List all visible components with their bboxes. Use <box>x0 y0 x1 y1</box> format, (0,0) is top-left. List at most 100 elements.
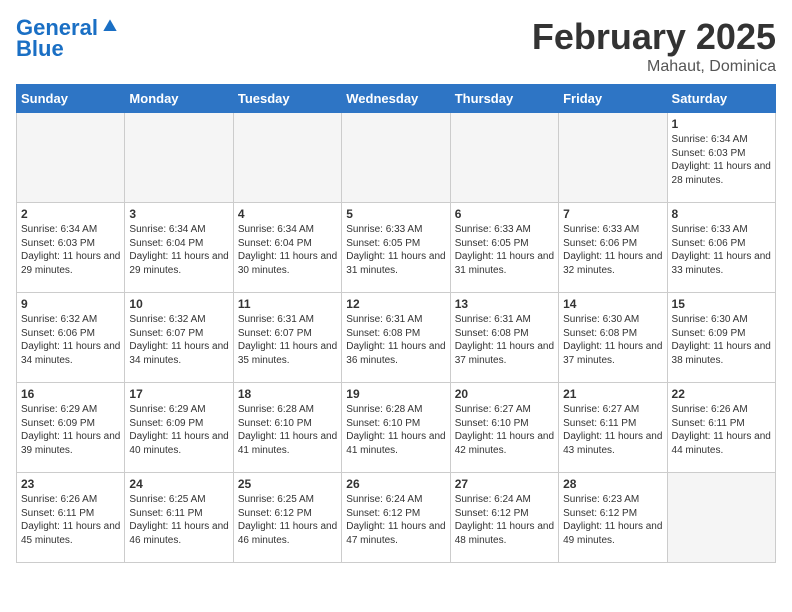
calendar-cell: 26 Sunrise: 6:24 AMSunset: 6:12 PMDayligh… <box>342 473 450 563</box>
day-info: Sunrise: 6:29 AMSunset: 6:09 PMDaylight:… <box>21 403 120 457</box>
day-number: 9 <box>21 297 120 311</box>
calendar-cell: 27 Sunrise: 6:24 AMSunset: 6:12 PMDayligh… <box>450 473 558 563</box>
calendar-header-row: SundayMondayTuesdayWednesdayThursdayFrid… <box>17 85 776 113</box>
day-info: Sunrise: 6:30 AMSunset: 6:09 PMDaylight:… <box>672 313 771 367</box>
day-number: 8 <box>672 207 771 221</box>
day-number: 27 <box>455 477 554 491</box>
week-row-4: 23 Sunrise: 6:26 AMSunset: 6:11 PMDayligh… <box>17 473 776 563</box>
day-number: 26 <box>346 477 445 491</box>
week-row-0: 1Sunrise: 6:34 AMSunset: 6:03 PMDaylight… <box>17 113 776 203</box>
day-number: 11 <box>238 297 337 311</box>
day-number: 5 <box>346 207 445 221</box>
day-info: Sunrise: 6:31 AMSunset: 6:07 PMDaylight:… <box>238 313 337 367</box>
calendar-cell: 6 Sunrise: 6:33 AMSunset: 6:05 PMDaylight… <box>450 203 558 293</box>
calendar-cell: 24 Sunrise: 6:25 AMSunset: 6:11 PMDayligh… <box>125 473 233 563</box>
calendar-cell: 18 Sunrise: 6:28 AMSunset: 6:10 PMDayligh… <box>233 383 341 473</box>
day-info: Sunrise: 6:33 AMSunset: 6:05 PMDaylight:… <box>455 223 554 277</box>
calendar-cell: 10 Sunrise: 6:32 AMSunset: 6:07 PMDayligh… <box>125 293 233 383</box>
day-info: Sunrise: 6:31 AMSunset: 6:08 PMDaylight:… <box>455 313 554 367</box>
day-info: Sunrise: 6:30 AMSunset: 6:08 PMDaylight:… <box>563 313 662 367</box>
day-info: Sunrise: 6:31 AMSunset: 6:08 PMDaylight:… <box>346 313 445 367</box>
calendar-cell: 25Sunrise: 6:25 AMSunset: 6:12 PMDayligh… <box>233 473 341 563</box>
header-tuesday: Tuesday <box>233 85 341 113</box>
day-info: Sunrise: 6:26 AMSunset: 6:11 PMDaylight:… <box>672 403 771 457</box>
logo-icon <box>100 16 120 36</box>
calendar-cell <box>125 113 233 203</box>
day-number: 17 <box>129 387 228 401</box>
calendar-cell: 20 Sunrise: 6:27 AMSunset: 6:10 PMDayligh… <box>450 383 558 473</box>
calendar-cell: 3 Sunrise: 6:34 AMSunset: 6:04 PMDaylight… <box>125 203 233 293</box>
calendar-cell <box>17 113 125 203</box>
calendar-cell: 15Sunrise: 6:30 AMSunset: 6:09 PMDayligh… <box>667 293 775 383</box>
week-row-1: 2 Sunrise: 6:34 AMSunset: 6:03 PMDaylight… <box>17 203 776 293</box>
header-thursday: Thursday <box>450 85 558 113</box>
week-row-3: 16 Sunrise: 6:29 AMSunset: 6:09 PMDayligh… <box>17 383 776 473</box>
day-info: Sunrise: 6:33 AMSunset: 6:06 PMDaylight:… <box>672 223 771 277</box>
calendar-cell: 13 Sunrise: 6:31 AMSunset: 6:08 PMDayligh… <box>450 293 558 383</box>
header-sunday: Sunday <box>17 85 125 113</box>
calendar-cell <box>342 113 450 203</box>
calendar-cell <box>233 113 341 203</box>
day-number: 4 <box>238 207 337 221</box>
day-number: 23 <box>21 477 120 491</box>
header-friday: Friday <box>559 85 667 113</box>
calendar-cell: 23 Sunrise: 6:26 AMSunset: 6:11 PMDayligh… <box>17 473 125 563</box>
day-number: 6 <box>455 207 554 221</box>
title-block: February 2025 Mahaut, Dominica <box>532 16 776 76</box>
day-number: 25 <box>238 477 337 491</box>
day-number: 19 <box>346 387 445 401</box>
day-info: Sunrise: 6:28 AMSunset: 6:10 PMDaylight:… <box>238 403 337 457</box>
day-number: 7 <box>563 207 662 221</box>
day-info: Sunrise: 6:25 AMSunset: 6:11 PMDaylight:… <box>129 493 228 547</box>
month-title: February 2025 <box>532 16 776 58</box>
calendar-cell: 11 Sunrise: 6:31 AMSunset: 6:07 PMDayligh… <box>233 293 341 383</box>
calendar-cell <box>559 113 667 203</box>
day-number: 21 <box>563 387 662 401</box>
day-info: Sunrise: 6:32 AMSunset: 6:07 PMDaylight:… <box>129 313 228 367</box>
day-info: Sunrise: 6:24 AMSunset: 6:12 PMDaylight:… <box>346 493 445 547</box>
day-number: 2 <box>21 207 120 221</box>
day-number: 20 <box>455 387 554 401</box>
calendar-cell: 22 Sunrise: 6:26 AMSunset: 6:11 PMDayligh… <box>667 383 775 473</box>
calendar-cell: 1Sunrise: 6:34 AMSunset: 6:03 PMDaylight… <box>667 113 775 203</box>
calendar-cell: 21 Sunrise: 6:27 AMSunset: 6:11 PMDayligh… <box>559 383 667 473</box>
logo: General Blue <box>16 16 120 62</box>
calendar-cell: 17 Sunrise: 6:29 AMSunset: 6:09 PMDayligh… <box>125 383 233 473</box>
calendar-table: SundayMondayTuesdayWednesdayThursdayFrid… <box>16 84 776 563</box>
header-saturday: Saturday <box>667 85 775 113</box>
calendar-cell: 14 Sunrise: 6:30 AMSunset: 6:08 PMDayligh… <box>559 293 667 383</box>
calendar-cell: 16 Sunrise: 6:29 AMSunset: 6:09 PMDayligh… <box>17 383 125 473</box>
calendar-cell <box>450 113 558 203</box>
calendar-cell: 7 Sunrise: 6:33 AMSunset: 6:06 PMDaylight… <box>559 203 667 293</box>
day-info: Sunrise: 6:27 AMSunset: 6:11 PMDaylight:… <box>563 403 662 457</box>
day-number: 22 <box>672 387 771 401</box>
day-info: Sunrise: 6:33 AMSunset: 6:06 PMDaylight:… <box>563 223 662 277</box>
day-info: Sunrise: 6:34 AMSunset: 6:04 PMDaylight:… <box>129 223 228 277</box>
day-number: 10 <box>129 297 228 311</box>
calendar-cell: 2 Sunrise: 6:34 AMSunset: 6:03 PMDaylight… <box>17 203 125 293</box>
day-info: Sunrise: 6:34 AMSunset: 6:03 PMDaylight:… <box>21 223 120 277</box>
day-info: Sunrise: 6:24 AMSunset: 6:12 PMDaylight:… <box>455 493 554 547</box>
calendar-cell: 12Sunrise: 6:31 AMSunset: 6:08 PMDayligh… <box>342 293 450 383</box>
calendar-cell: 9Sunrise: 6:32 AMSunset: 6:06 PMDaylight… <box>17 293 125 383</box>
day-number: 18 <box>238 387 337 401</box>
day-info: Sunrise: 6:33 AMSunset: 6:05 PMDaylight:… <box>346 223 445 277</box>
day-info: Sunrise: 6:28 AMSunset: 6:10 PMDaylight:… <box>346 403 445 457</box>
calendar-cell: 4 Sunrise: 6:34 AMSunset: 6:04 PMDaylight… <box>233 203 341 293</box>
day-info: Sunrise: 6:26 AMSunset: 6:11 PMDaylight:… <box>21 493 120 547</box>
calendar-cell <box>667 473 775 563</box>
day-info: Sunrise: 6:34 AMSunset: 6:04 PMDaylight:… <box>238 223 337 277</box>
day-number: 16 <box>21 387 120 401</box>
header-monday: Monday <box>125 85 233 113</box>
day-number: 28 <box>563 477 662 491</box>
day-number: 3 <box>129 207 228 221</box>
day-number: 1 <box>672 117 771 131</box>
day-info: Sunrise: 6:29 AMSunset: 6:09 PMDaylight:… <box>129 403 228 457</box>
page-header: General Blue February 2025 Mahaut, Domin… <box>16 16 776 76</box>
day-number: 13 <box>455 297 554 311</box>
location: Mahaut, Dominica <box>532 58 776 76</box>
day-number: 24 <box>129 477 228 491</box>
week-row-2: 9Sunrise: 6:32 AMSunset: 6:06 PMDaylight… <box>17 293 776 383</box>
day-info: Sunrise: 6:27 AMSunset: 6:10 PMDaylight:… <box>455 403 554 457</box>
day-number: 14 <box>563 297 662 311</box>
